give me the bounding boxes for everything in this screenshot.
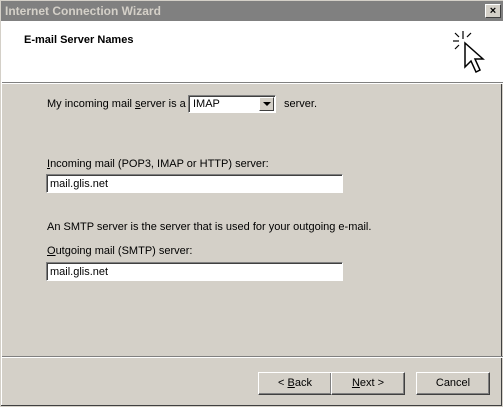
outgoing-server-input[interactable] [46, 262, 343, 281]
incoming-server-type-select[interactable]: IMAP [188, 95, 276, 113]
wizard-window: Internet Connection Wizard × E-mail Serv… [0, 0, 503, 407]
title-bar[interactable]: Internet Connection Wizard × [1, 1, 503, 21]
smtp-note: An SMTP server is the server that is use… [47, 221, 372, 233]
chevron-down-icon[interactable] [259, 97, 274, 111]
back-button[interactable]: < Back [258, 372, 332, 395]
close-icon: × [489, 5, 497, 17]
wizard-cursor-sparkle-icon [453, 31, 485, 74]
window-title: Internet Connection Wizard [5, 4, 161, 18]
incoming-server-label: Incoming mail (POP3, IMAP or HTTP) serve… [47, 158, 269, 170]
wizard-header: E-mail Server Names [2, 21, 503, 82]
cancel-button[interactable]: Cancel [416, 372, 490, 395]
incoming-type-suffix: server. [284, 98, 318, 110]
incoming-server-input[interactable] [46, 174, 343, 193]
incoming-server-type-value: IMAP [193, 98, 220, 110]
outgoing-server-label: Outgoing mail (SMTP) server: [47, 245, 193, 257]
incoming-type-label: My incoming mail server is a [47, 98, 186, 110]
close-button[interactable]: × [485, 4, 501, 18]
page-title: E-mail Server Names [24, 34, 134, 46]
next-button[interactable]: Next > [331, 372, 405, 395]
